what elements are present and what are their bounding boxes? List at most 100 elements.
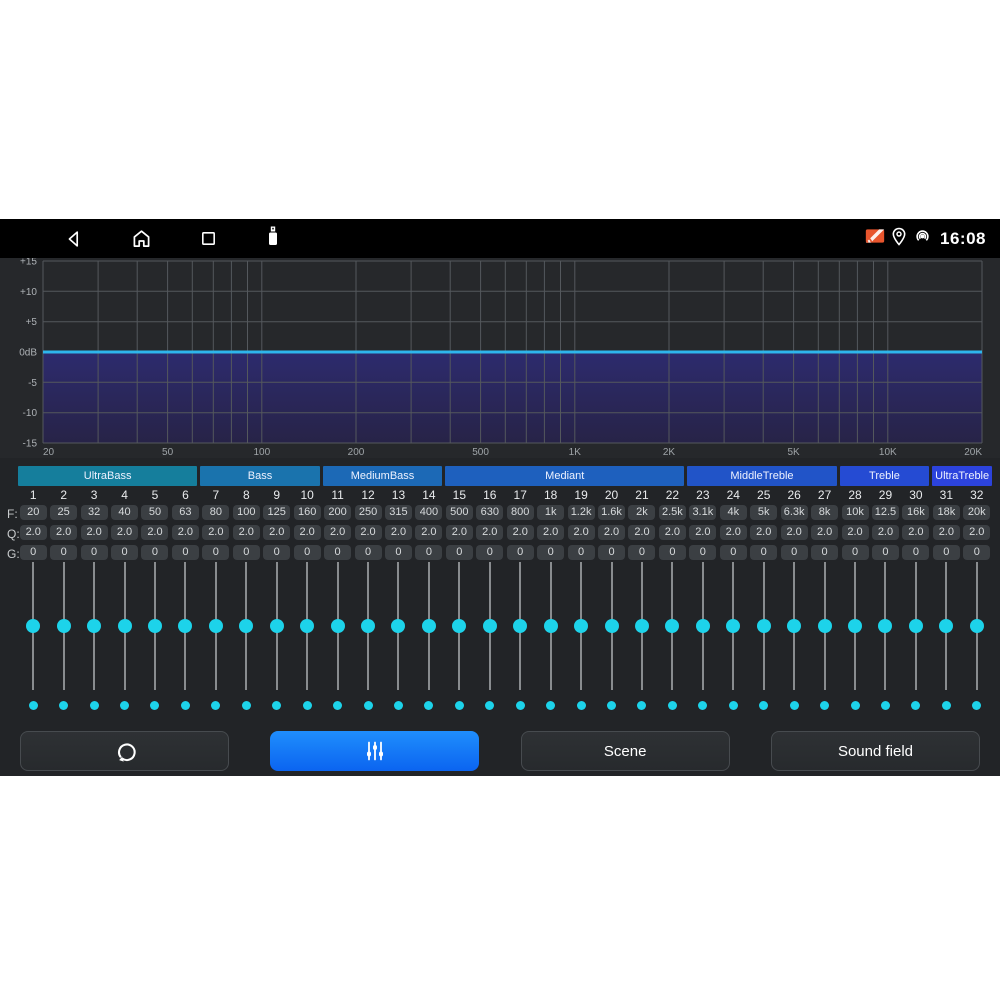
gain-value-chip[interactable]: 0 xyxy=(20,545,47,560)
channel-dot[interactable] xyxy=(455,701,464,710)
channel-dot[interactable] xyxy=(29,701,38,710)
q-value-chip[interactable]: 2.0 xyxy=(902,525,929,540)
frequency-value-chip[interactable]: 160 xyxy=(294,505,321,520)
frequency-value-chip[interactable]: 20k xyxy=(963,505,990,520)
frequency-value-chip[interactable]: 6.3k xyxy=(781,505,808,520)
channel-dot[interactable] xyxy=(516,701,525,710)
q-value-chip[interactable]: 2.0 xyxy=(872,525,899,540)
band-ultratreble[interactable]: UltraTreble xyxy=(932,466,992,486)
gain-slider[interactable] xyxy=(870,560,900,694)
channel-dot[interactable] xyxy=(303,701,312,710)
channel-dot[interactable] xyxy=(364,701,373,710)
gain-slider[interactable] xyxy=(444,560,474,694)
q-value-chip[interactable]: 2.0 xyxy=(141,525,168,540)
band-treble[interactable]: Treble xyxy=(840,466,930,486)
gain-value-chip[interactable]: 0 xyxy=(750,545,777,560)
frequency-value-chip[interactable]: 2k xyxy=(628,505,655,520)
gain-value-chip[interactable]: 0 xyxy=(537,545,564,560)
frequency-value-chip[interactable]: 1.6k xyxy=(598,505,625,520)
frequency-value-chip[interactable]: 10k xyxy=(842,505,869,520)
gain-slider[interactable] xyxy=(109,560,139,694)
frequency-value-chip[interactable]: 16k xyxy=(902,505,929,520)
frequency-value-chip[interactable]: 2.5k xyxy=(659,505,686,520)
gain-slider[interactable] xyxy=(809,560,839,694)
frequency-value-chip[interactable]: 8k xyxy=(811,505,838,520)
gain-value-chip[interactable]: 0 xyxy=(50,545,77,560)
gain-slider[interactable] xyxy=(505,560,535,694)
gain-slider-thumb[interactable] xyxy=(178,619,192,633)
gain-slider[interactable] xyxy=(901,560,931,694)
gain-value-chip[interactable]: 0 xyxy=(811,545,838,560)
gain-slider-thumb[interactable] xyxy=(787,619,801,633)
gain-slider[interactable] xyxy=(627,560,657,694)
gain-slider[interactable] xyxy=(170,560,200,694)
q-value-chip[interactable]: 2.0 xyxy=(172,525,199,540)
gain-slider[interactable] xyxy=(48,560,78,694)
gain-slider-thumb[interactable] xyxy=(665,619,679,633)
gain-value-chip[interactable]: 0 xyxy=(872,545,899,560)
frequency-value-chip[interactable]: 315 xyxy=(385,505,412,520)
gain-value-chip[interactable]: 0 xyxy=(294,545,321,560)
gain-slider-thumb[interactable] xyxy=(300,619,314,633)
q-value-chip[interactable]: 2.0 xyxy=(628,525,655,540)
q-value-chip[interactable]: 2.0 xyxy=(385,525,412,540)
q-value-chip[interactable]: 2.0 xyxy=(537,525,564,540)
channel-dot[interactable] xyxy=(211,701,220,710)
gain-slider-thumb[interactable] xyxy=(848,619,862,633)
gain-value-chip[interactable]: 0 xyxy=(933,545,960,560)
q-value-chip[interactable]: 2.0 xyxy=(842,525,869,540)
frequency-value-chip[interactable]: 800 xyxy=(507,505,534,520)
gain-value-chip[interactable]: 0 xyxy=(415,545,442,560)
q-value-chip[interactable]: 2.0 xyxy=(50,525,77,540)
gain-slider-thumb[interactable] xyxy=(331,619,345,633)
q-value-chip[interactable]: 2.0 xyxy=(446,525,473,540)
gain-slider-thumb[interactable] xyxy=(696,619,710,633)
gain-slider[interactable] xyxy=(353,560,383,694)
q-value-chip[interactable]: 2.0 xyxy=(20,525,47,540)
gain-slider[interactable] xyxy=(231,560,261,694)
gain-value-chip[interactable]: 0 xyxy=(476,545,503,560)
gain-value-chip[interactable]: 0 xyxy=(233,545,260,560)
q-value-chip[interactable]: 2.0 xyxy=(933,525,960,540)
gain-slider[interactable] xyxy=(657,560,687,694)
channel-dot[interactable] xyxy=(972,701,981,710)
frequency-value-chip[interactable]: 18k xyxy=(933,505,960,520)
frequency-value-chip[interactable]: 5k xyxy=(750,505,777,520)
band-bass[interactable]: Bass xyxy=(200,466,320,486)
frequency-value-chip[interactable]: 250 xyxy=(355,505,382,520)
channel-dot[interactable] xyxy=(424,701,433,710)
gain-value-chip[interactable]: 0 xyxy=(324,545,351,560)
channel-dot[interactable] xyxy=(668,701,677,710)
channel-dot[interactable] xyxy=(242,701,251,710)
frequency-value-chip[interactable]: 125 xyxy=(263,505,290,520)
gain-slider[interactable] xyxy=(262,560,292,694)
gain-value-chip[interactable]: 0 xyxy=(385,545,412,560)
gain-value-chip[interactable]: 0 xyxy=(689,545,716,560)
q-value-chip[interactable]: 2.0 xyxy=(689,525,716,540)
gain-slider-thumb[interactable] xyxy=(391,619,405,633)
gain-value-chip[interactable]: 0 xyxy=(628,545,655,560)
frequency-value-chip[interactable]: 80 xyxy=(202,505,229,520)
gain-value-chip[interactable]: 0 xyxy=(902,545,929,560)
channel-dot[interactable] xyxy=(272,701,281,710)
gain-slider-thumb[interactable] xyxy=(757,619,771,633)
scene-button[interactable]: Scene xyxy=(521,731,730,771)
q-value-chip[interactable]: 2.0 xyxy=(294,525,321,540)
gain-slider-thumb[interactable] xyxy=(878,619,892,633)
q-value-chip[interactable]: 2.0 xyxy=(598,525,625,540)
gain-slider-thumb[interactable] xyxy=(26,619,40,633)
gain-value-chip[interactable]: 0 xyxy=(659,545,686,560)
frequency-value-chip[interactable]: 63 xyxy=(172,505,199,520)
gain-slider-thumb[interactable] xyxy=(57,619,71,633)
gain-value-chip[interactable]: 0 xyxy=(263,545,290,560)
gain-value-chip[interactable]: 0 xyxy=(172,545,199,560)
gain-slider[interactable] xyxy=(383,560,413,694)
gain-slider-thumb[interactable] xyxy=(818,619,832,633)
equalizer-button[interactable] xyxy=(270,731,479,771)
gain-slider[interactable] xyxy=(566,560,596,694)
gain-slider[interactable] xyxy=(201,560,231,694)
gain-value-chip[interactable]: 0 xyxy=(568,545,595,560)
q-value-chip[interactable]: 2.0 xyxy=(324,525,351,540)
q-value-chip[interactable]: 2.0 xyxy=(568,525,595,540)
channel-dot[interactable] xyxy=(333,701,342,710)
